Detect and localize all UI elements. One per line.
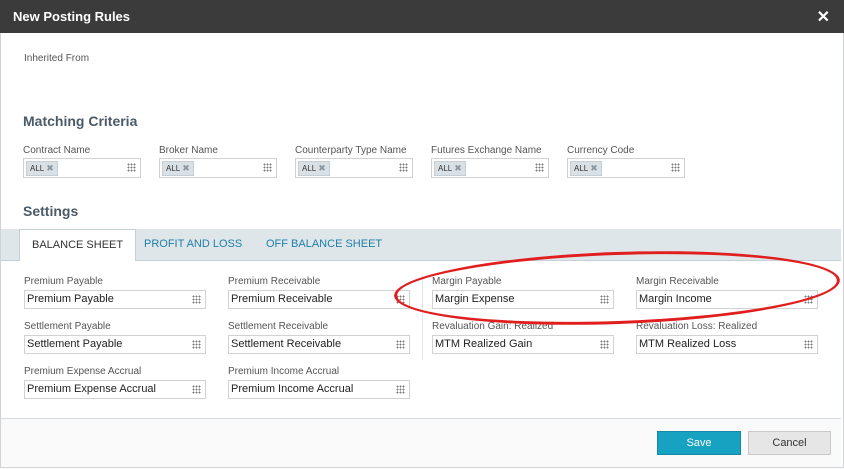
grid-picker-icon[interactable] [600,340,609,349]
contract-name-input[interactable]: ALL ✖ [23,158,141,178]
grid-picker-icon[interactable] [804,295,813,304]
remove-chip-icon[interactable]: ✖ [318,163,326,173]
margin-receivable-field: Margin Receivable Margin Income [636,276,818,309]
column-divider [422,275,423,360]
close-icon[interactable]: ✕ [817,7,830,27]
tab-profit-and-loss[interactable]: PROFIT AND LOSS [132,229,254,260]
margin-receivable-input[interactable]: Margin Income [636,290,818,309]
save-button[interactable]: Save [657,431,741,455]
margin-payable-field: Margin Payable Margin Expense [432,276,614,309]
cancel-button[interactable]: Cancel [748,431,831,455]
grid-picker-icon[interactable] [192,340,201,349]
matching-criteria-title: Matching Criteria [23,113,138,129]
margin-payable-label: Margin Payable [432,276,502,287]
grid-picker-icon[interactable] [263,163,272,172]
chip-label: ALL [438,164,453,173]
currency-code-input[interactable]: ALL ✖ [567,158,685,178]
premium-payable-value: Premium Payable [27,293,114,305]
settlement-receivable-input[interactable]: Settlement Receivable [228,335,410,354]
all-chip[interactable]: ALL ✖ [570,161,602,176]
premium-income-accrual-field: Premium Income Accrual Premium Income Ac… [228,366,410,399]
grid-picker-icon[interactable] [192,295,201,304]
broker-name-label: Broker Name [159,145,218,156]
grid-picker-icon[interactable] [804,340,813,349]
premium-income-accrual-value: Premium Income Accrual [231,383,354,395]
grid-picker-icon[interactable] [396,340,405,349]
futures-exchange-name-field: Futures Exchange Name ALL ✖ [431,145,549,178]
chip-label: ALL [574,164,589,173]
premium-payable-label: Premium Payable [24,276,103,287]
margin-payable-value: Margin Expense [435,293,515,305]
contract-name-label: Contract Name [23,145,91,156]
settlement-payable-label: Settlement Payable [24,321,111,332]
margin-payable-input[interactable]: Margin Expense [432,290,614,309]
premium-receivable-label: Premium Receivable [228,276,321,287]
premium-expense-accrual-input[interactable]: Premium Expense Accrual [24,380,206,399]
premium-expense-accrual-value: Premium Expense Accrual [27,383,156,395]
settlement-receivable-value: Settlement Receivable [231,338,342,350]
futures-exchange-name-input[interactable]: ALL ✖ [431,158,549,178]
chip-label: ALL [302,164,317,173]
futures-exchange-name-label: Futures Exchange Name [431,145,542,156]
premium-payable-field: Premium Payable Premium Payable [24,276,206,309]
dialog-titlebar: New Posting Rules ✕ [0,0,844,33]
revaluation-loss-realized-label: Revaluation Loss: Realized [636,321,758,332]
counterparty-type-name-label: Counterparty Type Name [295,145,407,156]
tab-balance-sheet[interactable]: BALANCE SHEET [19,229,137,262]
premium-payable-input[interactable]: Premium Payable [24,290,206,309]
premium-receivable-input[interactable]: Premium Receivable [228,290,410,309]
all-chip[interactable]: ALL ✖ [434,161,466,176]
currency-code-field: Currency Code ALL ✖ [567,145,685,178]
premium-income-accrual-label: Premium Income Accrual [228,366,340,377]
premium-expense-accrual-field: Premium Expense Accrual Premium Expense … [24,366,206,399]
remove-chip-icon[interactable]: ✖ [590,163,598,173]
all-chip[interactable]: ALL ✖ [162,161,194,176]
currency-code-label: Currency Code [567,145,635,156]
revaluation-gain-realized-label: Revaluation Gain: Realized [432,321,554,332]
settlement-payable-input[interactable]: Settlement Payable [24,335,206,354]
grid-picker-icon[interactable] [600,295,609,304]
margin-receivable-value: Margin Income [639,293,712,305]
revaluation-loss-realized-field: Revaluation Loss: Realized MTM Realized … [636,321,818,354]
settlement-receivable-field: Settlement Receivable Settlement Receiva… [228,321,410,354]
all-chip[interactable]: ALL ✖ [298,161,330,176]
chip-label: ALL [30,164,45,173]
grid-picker-icon[interactable] [399,163,408,172]
settings-title: Settings [23,203,79,219]
revaluation-loss-realized-input[interactable]: MTM Realized Loss [636,335,818,354]
chip-label: ALL [166,164,181,173]
tab-off-balance-sheet[interactable]: OFF BALANCE SHEET [254,229,394,260]
inherited-from-label: Inherited From [24,53,90,64]
grid-picker-icon[interactable] [396,295,405,304]
settlement-payable-value: Settlement Payable [27,338,123,350]
counterparty-type-name-field: Counterparty Type Name ALL ✖ [295,145,413,178]
contract-name-field: Contract Name ALL ✖ [23,145,141,178]
grid-picker-icon[interactable] [535,163,544,172]
all-chip[interactable]: ALL ✖ [26,161,58,176]
broker-name-field: Broker Name ALL ✖ [159,145,277,178]
margin-receivable-label: Margin Receivable [636,276,719,287]
remove-chip-icon[interactable]: ✖ [46,163,54,173]
dialog-title: New Posting Rules [13,9,131,24]
broker-name-input[interactable]: ALL ✖ [159,158,277,178]
revaluation-gain-realized-input[interactable]: MTM Realized Gain [432,335,614,354]
revaluation-loss-realized-value: MTM Realized Loss [639,338,737,350]
revaluation-gain-realized-value: MTM Realized Gain [435,338,533,350]
premium-receivable-field: Premium Receivable Premium Receivable [228,276,410,309]
grid-picker-icon[interactable] [671,163,680,172]
remove-chip-icon[interactable]: ✖ [182,163,190,173]
grid-picker-icon[interactable] [396,385,405,394]
settlement-receivable-label: Settlement Receivable [228,321,329,332]
revaluation-gain-realized-field: Revaluation Gain: Realized MTM Realized … [432,321,614,354]
premium-expense-accrual-label: Premium Expense Accrual [24,366,142,377]
grid-picker-icon[interactable] [192,385,201,394]
counterparty-type-name-input[interactable]: ALL ✖ [295,158,413,178]
premium-receivable-value: Premium Receivable [231,293,333,305]
remove-chip-icon[interactable]: ✖ [454,163,462,173]
grid-picker-icon[interactable] [127,163,136,172]
settings-tabbar: BALANCE SHEET PROFIT AND LOSS OFF BALANC… [1,229,841,262]
premium-income-accrual-input[interactable]: Premium Income Accrual [228,380,410,399]
settlement-payable-field: Settlement Payable Settlement Payable [24,321,206,354]
